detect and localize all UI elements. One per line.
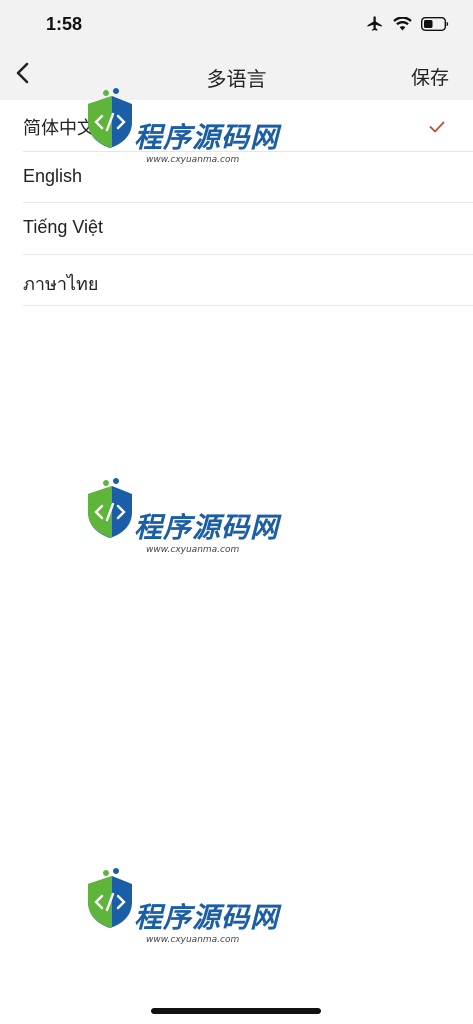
wifi-icon: [393, 17, 412, 31]
status-bar: 1:58: [0, 0, 473, 50]
watermark-url: www.cxyuanma.com: [146, 935, 240, 945]
battery-icon: [421, 17, 449, 31]
watermark-text: 程序源码网: [134, 121, 280, 154]
watermark-logo: 程序源码网 www.cxyuanma.com: [82, 88, 292, 198]
status-time: 1:58: [46, 14, 83, 34]
watermark-logo: 程序源码网 www.cxyuanma.com: [82, 478, 292, 588]
watermark-url: www.cxyuanma.com: [146, 545, 240, 555]
language-label: Tiếng Việt: [23, 217, 104, 237]
airplane-icon: [366, 15, 384, 33]
status-icons: [366, 15, 449, 33]
watermark-logo: 程序源码网 www.cxyuanma.com: [82, 868, 292, 978]
language-item-thai[interactable]: ภาษาไทย: [23, 255, 473, 306]
shield-icon: [88, 88, 132, 148]
home-indicator[interactable]: [151, 1008, 321, 1014]
check-icon: [429, 118, 445, 137]
watermark-url: www.cxyuanma.com: [146, 155, 240, 165]
shield-icon: [88, 868, 132, 928]
watermark-text: 程序源码网: [134, 901, 280, 934]
save-button[interactable]: 保存: [411, 63, 449, 90]
watermark-text: 程序源码网: [134, 511, 280, 544]
language-label: ภาษาไทย: [23, 273, 99, 294]
shield-icon: [88, 478, 132, 538]
language-label: English: [23, 165, 83, 186]
language-item-vietnamese[interactable]: Tiếng Việt: [23, 203, 473, 255]
